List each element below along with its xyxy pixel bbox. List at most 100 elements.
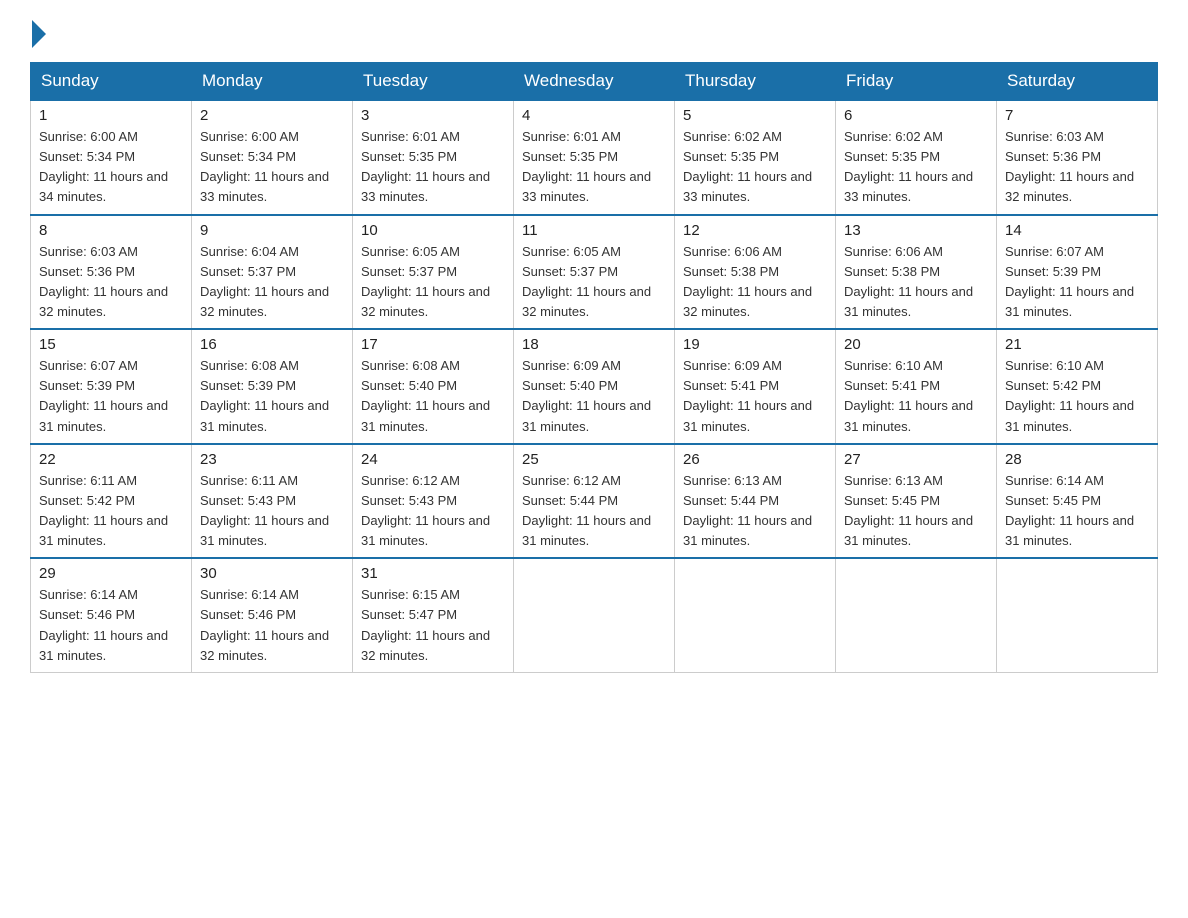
day-number: 10	[361, 222, 505, 239]
day-number: 6	[844, 107, 988, 124]
day-number: 21	[1005, 336, 1149, 353]
day-info: Sunrise: 6:13 AMSunset: 5:44 PMDaylight:…	[683, 473, 812, 548]
day-info: Sunrise: 6:07 AMSunset: 5:39 PMDaylight:…	[1005, 244, 1134, 319]
day-info: Sunrise: 6:11 AMSunset: 5:42 PMDaylight:…	[39, 473, 168, 548]
day-number: 30	[200, 565, 344, 582]
day-number: 8	[39, 222, 183, 239]
calendar-cell: 26 Sunrise: 6:13 AMSunset: 5:44 PMDaylig…	[675, 444, 836, 559]
calendar-week-row: 8 Sunrise: 6:03 AMSunset: 5:36 PMDayligh…	[31, 215, 1158, 330]
calendar-cell: 2 Sunrise: 6:00 AMSunset: 5:34 PMDayligh…	[192, 100, 353, 215]
day-info: Sunrise: 6:02 AMSunset: 5:35 PMDaylight:…	[683, 129, 812, 204]
day-info: Sunrise: 6:06 AMSunset: 5:38 PMDaylight:…	[683, 244, 812, 319]
day-info: Sunrise: 6:00 AMSunset: 5:34 PMDaylight:…	[39, 129, 168, 204]
calendar-header-monday: Monday	[192, 63, 353, 101]
day-info: Sunrise: 6:02 AMSunset: 5:35 PMDaylight:…	[844, 129, 973, 204]
calendar-cell: 11 Sunrise: 6:05 AMSunset: 5:37 PMDaylig…	[514, 215, 675, 330]
calendar-cell: 23 Sunrise: 6:11 AMSunset: 5:43 PMDaylig…	[192, 444, 353, 559]
calendar-cell: 20 Sunrise: 6:10 AMSunset: 5:41 PMDaylig…	[836, 329, 997, 444]
day-number: 9	[200, 222, 344, 239]
day-number: 28	[1005, 451, 1149, 468]
day-number: 18	[522, 336, 666, 353]
day-info: Sunrise: 6:03 AMSunset: 5:36 PMDaylight:…	[1005, 129, 1134, 204]
day-number: 4	[522, 107, 666, 124]
day-number: 19	[683, 336, 827, 353]
day-info: Sunrise: 6:09 AMSunset: 5:40 PMDaylight:…	[522, 358, 651, 433]
page-header	[30, 24, 1158, 44]
calendar-week-row: 29 Sunrise: 6:14 AMSunset: 5:46 PMDaylig…	[31, 558, 1158, 672]
logo	[30, 24, 46, 44]
calendar-cell: 22 Sunrise: 6:11 AMSunset: 5:42 PMDaylig…	[31, 444, 192, 559]
calendar-cell: 6 Sunrise: 6:02 AMSunset: 5:35 PMDayligh…	[836, 100, 997, 215]
calendar-cell	[997, 558, 1158, 672]
day-info: Sunrise: 6:05 AMSunset: 5:37 PMDaylight:…	[522, 244, 651, 319]
day-info: Sunrise: 6:14 AMSunset: 5:45 PMDaylight:…	[1005, 473, 1134, 548]
day-info: Sunrise: 6:10 AMSunset: 5:41 PMDaylight:…	[844, 358, 973, 433]
day-number: 24	[361, 451, 505, 468]
day-info: Sunrise: 6:01 AMSunset: 5:35 PMDaylight:…	[522, 129, 651, 204]
calendar-cell	[675, 558, 836, 672]
calendar-cell: 8 Sunrise: 6:03 AMSunset: 5:36 PMDayligh…	[31, 215, 192, 330]
day-info: Sunrise: 6:12 AMSunset: 5:43 PMDaylight:…	[361, 473, 490, 548]
day-info: Sunrise: 6:14 AMSunset: 5:46 PMDaylight:…	[39, 587, 168, 662]
day-info: Sunrise: 6:03 AMSunset: 5:36 PMDaylight:…	[39, 244, 168, 319]
day-number: 7	[1005, 107, 1149, 124]
calendar-cell: 7 Sunrise: 6:03 AMSunset: 5:36 PMDayligh…	[997, 100, 1158, 215]
calendar-cell: 29 Sunrise: 6:14 AMSunset: 5:46 PMDaylig…	[31, 558, 192, 672]
calendar-cell: 5 Sunrise: 6:02 AMSunset: 5:35 PMDayligh…	[675, 100, 836, 215]
calendar-header-sunday: Sunday	[31, 63, 192, 101]
calendar-cell: 13 Sunrise: 6:06 AMSunset: 5:38 PMDaylig…	[836, 215, 997, 330]
calendar-cell: 14 Sunrise: 6:07 AMSunset: 5:39 PMDaylig…	[997, 215, 1158, 330]
calendar-cell: 4 Sunrise: 6:01 AMSunset: 5:35 PMDayligh…	[514, 100, 675, 215]
calendar-header-tuesday: Tuesday	[353, 63, 514, 101]
day-info: Sunrise: 6:10 AMSunset: 5:42 PMDaylight:…	[1005, 358, 1134, 433]
day-number: 12	[683, 222, 827, 239]
day-info: Sunrise: 6:04 AMSunset: 5:37 PMDaylight:…	[200, 244, 329, 319]
day-number: 16	[200, 336, 344, 353]
day-number: 22	[39, 451, 183, 468]
day-number: 5	[683, 107, 827, 124]
calendar-week-row: 22 Sunrise: 6:11 AMSunset: 5:42 PMDaylig…	[31, 444, 1158, 559]
calendar-cell: 9 Sunrise: 6:04 AMSunset: 5:37 PMDayligh…	[192, 215, 353, 330]
day-number: 13	[844, 222, 988, 239]
calendar-cell	[836, 558, 997, 672]
calendar-cell: 21 Sunrise: 6:10 AMSunset: 5:42 PMDaylig…	[997, 329, 1158, 444]
day-number: 2	[200, 107, 344, 124]
calendar-header-thursday: Thursday	[675, 63, 836, 101]
day-number: 31	[361, 565, 505, 582]
day-number: 11	[522, 222, 666, 239]
day-number: 29	[39, 565, 183, 582]
calendar-header-friday: Friday	[836, 63, 997, 101]
calendar-cell: 10 Sunrise: 6:05 AMSunset: 5:37 PMDaylig…	[353, 215, 514, 330]
calendar-table: SundayMondayTuesdayWednesdayThursdayFrid…	[30, 62, 1158, 673]
day-number: 23	[200, 451, 344, 468]
calendar-cell: 15 Sunrise: 6:07 AMSunset: 5:39 PMDaylig…	[31, 329, 192, 444]
calendar-cell: 31 Sunrise: 6:15 AMSunset: 5:47 PMDaylig…	[353, 558, 514, 672]
day-number: 25	[522, 451, 666, 468]
calendar-cell: 1 Sunrise: 6:00 AMSunset: 5:34 PMDayligh…	[31, 100, 192, 215]
day-info: Sunrise: 6:01 AMSunset: 5:35 PMDaylight:…	[361, 129, 490, 204]
day-info: Sunrise: 6:06 AMSunset: 5:38 PMDaylight:…	[844, 244, 973, 319]
calendar-cell: 18 Sunrise: 6:09 AMSunset: 5:40 PMDaylig…	[514, 329, 675, 444]
day-number: 17	[361, 336, 505, 353]
day-info: Sunrise: 6:09 AMSunset: 5:41 PMDaylight:…	[683, 358, 812, 433]
day-info: Sunrise: 6:11 AMSunset: 5:43 PMDaylight:…	[200, 473, 329, 548]
day-info: Sunrise: 6:14 AMSunset: 5:46 PMDaylight:…	[200, 587, 329, 662]
day-info: Sunrise: 6:00 AMSunset: 5:34 PMDaylight:…	[200, 129, 329, 204]
calendar-cell: 12 Sunrise: 6:06 AMSunset: 5:38 PMDaylig…	[675, 215, 836, 330]
day-number: 20	[844, 336, 988, 353]
day-info: Sunrise: 6:13 AMSunset: 5:45 PMDaylight:…	[844, 473, 973, 548]
calendar-cell: 24 Sunrise: 6:12 AMSunset: 5:43 PMDaylig…	[353, 444, 514, 559]
day-info: Sunrise: 6:07 AMSunset: 5:39 PMDaylight:…	[39, 358, 168, 433]
calendar-cell: 16 Sunrise: 6:08 AMSunset: 5:39 PMDaylig…	[192, 329, 353, 444]
logo-arrow-icon	[32, 20, 46, 48]
calendar-cell	[514, 558, 675, 672]
day-number: 27	[844, 451, 988, 468]
day-number: 14	[1005, 222, 1149, 239]
day-info: Sunrise: 6:08 AMSunset: 5:39 PMDaylight:…	[200, 358, 329, 433]
calendar-cell: 17 Sunrise: 6:08 AMSunset: 5:40 PMDaylig…	[353, 329, 514, 444]
calendar-week-row: 1 Sunrise: 6:00 AMSunset: 5:34 PMDayligh…	[31, 100, 1158, 215]
day-info: Sunrise: 6:08 AMSunset: 5:40 PMDaylight:…	[361, 358, 490, 433]
calendar-cell: 19 Sunrise: 6:09 AMSunset: 5:41 PMDaylig…	[675, 329, 836, 444]
calendar-cell: 30 Sunrise: 6:14 AMSunset: 5:46 PMDaylig…	[192, 558, 353, 672]
day-info: Sunrise: 6:05 AMSunset: 5:37 PMDaylight:…	[361, 244, 490, 319]
